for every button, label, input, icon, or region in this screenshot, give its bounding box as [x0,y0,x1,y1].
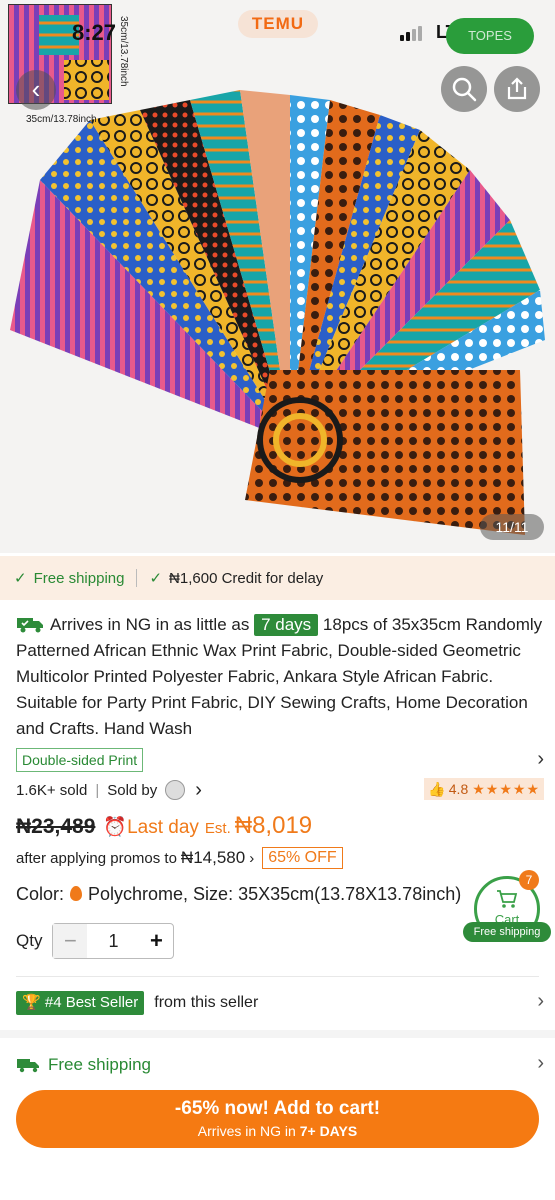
check-icon: ✓ [14,570,27,587]
dimension-vertical-label: 35cm/13.78inch [118,16,129,87]
promo-text: after applying promos to [16,849,177,867]
divider [136,569,138,587]
section-separator [0,1030,555,1038]
rating-value: 4.8 [448,781,469,797]
last-day-label: ⏰Last day [103,817,199,838]
color-drop-icon [70,886,83,901]
cart-count-badge: 7 [519,870,539,890]
image-counter: 11/11 [480,514,544,540]
back-button[interactable]: ‹ [16,70,56,110]
rating-badge[interactable]: 👍 4.8 ★★★★★ [424,778,544,800]
promo-price: ₦14,580 [180,848,246,867]
quantity-stepper[interactable]: − 1 + [52,923,175,959]
fabric-swatches [10,90,545,535]
decrement-button[interactable]: − [53,924,88,958]
color-value: Polychrome, Size: 35X35cm(13.78X13.78inc… [88,884,462,904]
share-icon [507,77,527,100]
color-label: Color: [16,884,65,904]
original-price: ₦23,489 [16,815,96,838]
divider [16,976,539,977]
product-title-block: Arrives in NG in as little as 7 days 18p… [16,612,544,742]
sold-count: 1.6K+ sold [16,781,88,799]
free-shipping-label: Free shipping [48,1055,152,1074]
cart-icon [497,890,518,908]
quantity-row: Qty − 1 + [16,922,175,960]
status-time: 8:27 [72,20,117,45]
price-row: ₦23,489 ⏰Last day Est. ₦8,019 [16,812,544,844]
search-icon [452,77,477,102]
best-seller-text: from this seller [154,994,259,1011]
chevron-right-icon[interactable]: › [195,779,202,802]
add-to-cart-sub: Arrives in NG in 7+ DAYS [197,1123,358,1139]
free-shipping-label: Free shipping [33,569,125,587]
estimated-price: ₦8,019 [234,812,313,839]
chevron-left-icon: ‹ [31,74,41,104]
status-pill: TOPES [446,18,534,54]
credit-label: ₦1,600 Credit for delay [169,569,324,587]
chevron-right-icon: › [537,748,544,770]
seller-avatar[interactable] [165,780,186,800]
temu-logo: TEMU [238,10,318,38]
increment-button[interactable]: + [139,924,173,958]
double-sided-tag: Double-sided Print [16,748,144,772]
quantity-value[interactable]: 1 [87,931,139,952]
truck-icon [17,1059,39,1073]
est-label: Est. [204,820,231,837]
chevron-right-icon: › [537,1052,544,1074]
qty-label: Qty [16,931,43,950]
truck-icon [17,618,43,633]
shipping-strip[interactable]: ✓ Free shipping ✓ ₦1,600 Credit for dela… [0,556,555,600]
product-image-gallery[interactable]: 35cm/13.78inch 35cm/13.78inch 8:27 TEMU … [0,0,555,553]
chevron-right-icon: › [537,990,544,1012]
best-seller-badge: 🏆 #4 Best Seller [16,991,145,1015]
star-rating: ★★★★★ [472,780,540,797]
cart-free-shipping-badge: Free shipping [463,922,551,942]
best-seller-row[interactable]: 🏆 #4 Best Seller from this seller › [16,990,544,1016]
thumbs-up-icon: 👍 [428,780,446,797]
chevron-right-icon: › [249,849,255,867]
product-tag-row[interactable]: Double-sided Print › [16,748,544,772]
dimension-horizontal-label: 35cm/13.78inch [26,114,97,125]
divider: | [95,781,100,799]
sold-row: 1.6K+ sold | Sold by › 👍 4.8 ★★★★★ [16,778,544,802]
sold-by-label[interactable]: Sold by [107,782,157,799]
check-icon: ✓ [149,570,163,587]
arrives-text: Arrives in NG in as little as [50,615,250,634]
search-button[interactable] [441,66,487,112]
share-button[interactable] [494,66,540,112]
promo-row[interactable]: after applying promos to ₦14,580 › 65% O… [16,846,544,870]
discount-badge: 65% OFF [262,847,343,869]
arrives-days-badge: 7 days [254,614,319,636]
free-shipping-row[interactable]: Free shipping › [16,1052,544,1078]
color-size-row[interactable]: Color: Polychrome, Size: 35X35cm(13.78X13… [16,884,476,910]
signal-icon [400,26,422,41]
add-to-cart-button[interactable]: -65% now! Add to cart! Arrives in NG in … [16,1090,539,1148]
add-to-cart-label: -65% now! Add to cart! [174,1098,381,1119]
